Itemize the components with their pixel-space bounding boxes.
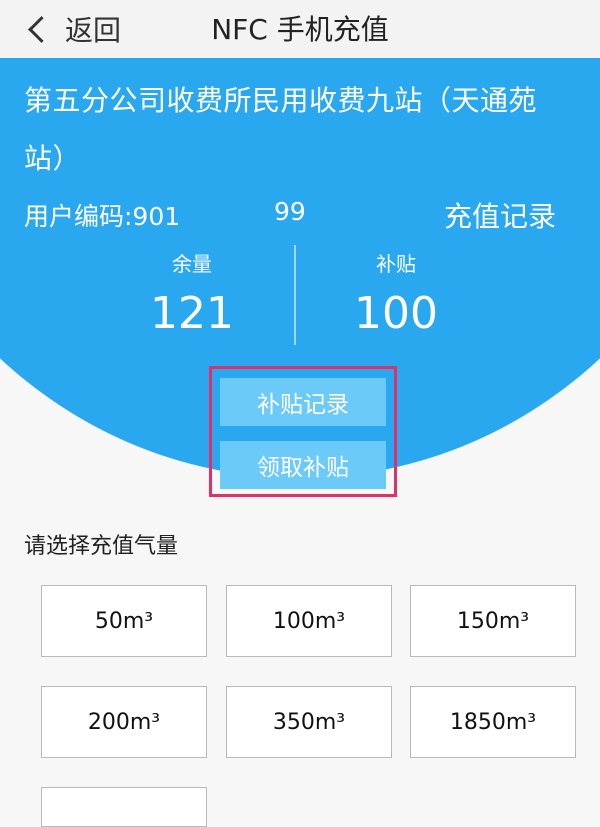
recharge-option[interactable]: 100m³: [226, 585, 392, 657]
recharge-record-link[interactable]: 充值记录: [444, 195, 556, 235]
recharge-amount-prompt: 请选择充值气量: [24, 534, 179, 559]
recharge-option[interactable]: 350m³: [226, 686, 392, 758]
user-code: 用户编码:901: [24, 202, 181, 231]
recharge-option[interactable]: 150m³: [410, 585, 576, 657]
recharge-option-custom[interactable]: [41, 787, 207, 827]
subsidy-value: 100: [354, 288, 438, 339]
subsidy-block: 补贴 100: [296, 248, 496, 339]
balance-value: 121: [150, 288, 234, 339]
recharge-option[interactable]: 1850m³: [410, 686, 576, 758]
claim-subsidy-button[interactable]: 领取补贴: [220, 441, 386, 489]
recharge-option[interactable]: 50m³: [41, 585, 207, 657]
user-code-tail: 99: [274, 197, 306, 226]
subsidy-record-button[interactable]: 补贴记录: [220, 378, 386, 426]
station-name: 第五分公司收费所民用收费九站（天通苑站）: [24, 84, 538, 175]
user-info-row: 用户编码:901 99 充值记录: [24, 195, 574, 235]
balance-label: 余量: [172, 252, 212, 276]
subsidy-label: 补贴: [376, 252, 416, 276]
page-title: NFC 手机充值: [211, 13, 389, 46]
recharge-option[interactable]: 200m³: [41, 686, 207, 758]
top-bar: 返回 NFC 手机充值: [0, 0, 600, 58]
balance-block: 余量 121: [92, 248, 292, 339]
